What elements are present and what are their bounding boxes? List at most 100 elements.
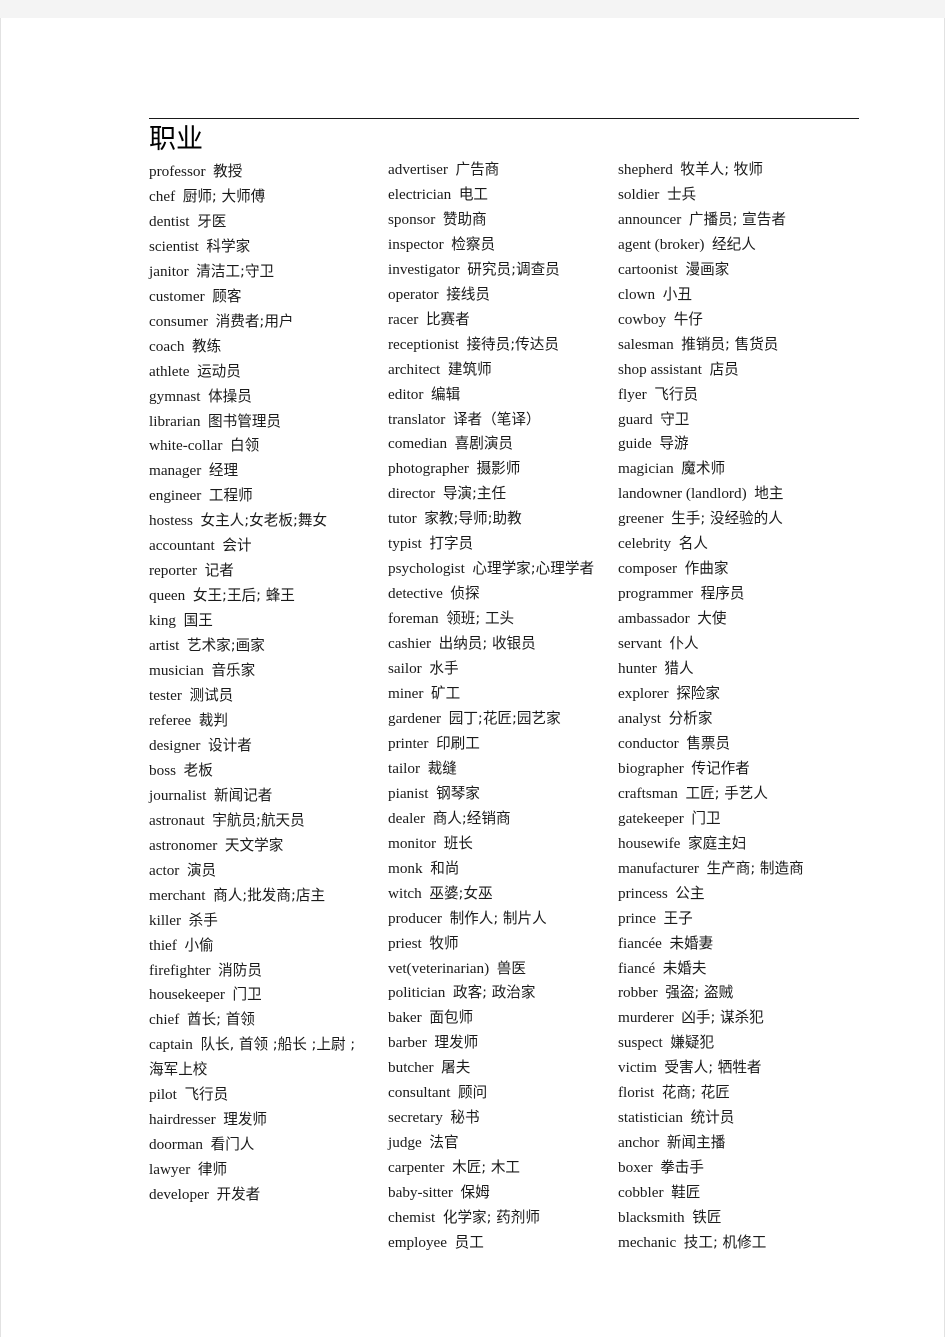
- entry-translation: 导演;主任: [442, 485, 507, 503]
- entry-term: shepherd: [618, 161, 673, 178]
- entry-translation: 国王: [183, 612, 213, 630]
- entry-term: electrician: [388, 185, 452, 203]
- vocabulary-entry: journalist 新闻记者: [149, 784, 388, 809]
- entry-term: miner: [388, 685, 424, 703]
- entry-term: tailor: [388, 759, 421, 777]
- entry-term: musician: [149, 662, 204, 680]
- entry-translation: 海军上校: [149, 1061, 208, 1079]
- entry-term: tester: [149, 687, 182, 705]
- entry-translation: 建筑师: [447, 360, 492, 378]
- entry-term: editor: [388, 385, 424, 403]
- entry-translation: 漫画家: [685, 260, 730, 278]
- entry-translation: 保姆: [460, 1184, 490, 1202]
- entry-term: programmer: [618, 585, 694, 603]
- vocabulary-entry: king 国王: [149, 609, 388, 634]
- vocabulary-columns: 职业 professor 教授 chef 厨师; 大师傅 dentist 牙医 sci…: [149, 122, 919, 1256]
- entry-term: translator: [388, 410, 446, 428]
- entry-translation: 守卫: [660, 410, 690, 428]
- entry-term: reporter: [149, 562, 198, 580]
- entry-translation: 未婚妻: [669, 934, 714, 952]
- entry-translation: 家庭主妇: [688, 834, 747, 852]
- vocabulary-entry: professor 教授: [149, 160, 388, 185]
- entry-translation: 制作人; 制片人: [449, 909, 547, 927]
- vocabulary-entry: guard 守卫: [618, 408, 918, 433]
- vocabulary-entry: musician 音乐家: [149, 659, 388, 684]
- entry-term: gymnast: [149, 387, 201, 405]
- entry-term: robber: [618, 984, 658, 1002]
- entry-translation: 编辑: [431, 385, 461, 403]
- column-3-title-spacer: [618, 122, 918, 158]
- vocabulary-column-3: shepherd 牧羊人; 牧师 soldier 士兵 announcer 广播员;…: [618, 122, 918, 1256]
- entry-translation: 面包师: [429, 1009, 474, 1027]
- entry-term: artist: [149, 637, 180, 655]
- vocabulary-entry: ambassador 大使: [618, 607, 918, 632]
- entry-translation: 经纪人: [712, 235, 756, 253]
- vocabulary-entry: florist 花商; 花匠: [618, 1081, 918, 1106]
- entry-translation: 女主人;女老板;舞女: [200, 512, 328, 530]
- vocabulary-entry: judge 法官: [388, 1131, 618, 1156]
- entry-term: monk: [388, 859, 423, 877]
- entry-translation: 员工: [454, 1233, 484, 1251]
- entry-translation: 探险家: [676, 685, 720, 703]
- entry-term: killer: [149, 911, 182, 929]
- entry-list-1: professor 教授 chef 厨师; 大师傅 dentist 牙医 scient…: [149, 160, 388, 1208]
- entry-term: housekeeper: [149, 986, 225, 1004]
- entry-translation: 牧师: [429, 934, 459, 952]
- entry-translation: 生产商; 制造商: [706, 859, 804, 877]
- entry-translation: 店员: [709, 360, 739, 378]
- entry-translation: 广播员; 宣告者: [688, 210, 786, 228]
- entry-term: servant: [618, 635, 662, 653]
- entry-term: cashier: [388, 635, 432, 653]
- entry-translation: 铁匠: [692, 1209, 722, 1227]
- entry-translation: 打字员: [429, 535, 474, 553]
- entry-translation: 教授: [213, 163, 243, 180]
- entry-translation: 比赛者: [425, 310, 470, 328]
- vocabulary-entry: librarian 图书管理员: [149, 410, 388, 435]
- entry-term: architect: [388, 360, 441, 378]
- vocabulary-entry: magician 魔术师: [618, 457, 918, 482]
- entry-translation: 喜剧演员: [454, 435, 514, 453]
- vocabulary-entry: investigator 研究员;调查员: [388, 258, 618, 283]
- entry-term: captain: [149, 1036, 193, 1054]
- entry-translation: 杀手: [188, 911, 218, 929]
- vocabulary-entry: robber 强盗; 盗贼: [618, 981, 918, 1006]
- entry-translation: 工程师: [208, 487, 253, 505]
- vocabulary-entry: salesman 推销员; 售货员: [618, 333, 918, 358]
- vocabulary-entry: blacksmith 铁匠: [618, 1206, 918, 1231]
- entry-translation: 裁判: [198, 711, 228, 729]
- vocabulary-entry: carpenter 木匠; 木工: [388, 1156, 618, 1181]
- entry-term: victim: [618, 1059, 657, 1077]
- entry-translation: 心理学家;心理学者: [472, 560, 595, 578]
- entry-term: boxer: [618, 1159, 653, 1177]
- entry-term: janitor: [149, 262, 189, 280]
- entry-translation: 新闻主播: [666, 1134, 726, 1152]
- entry-term: advertiser: [388, 161, 448, 178]
- entry-term: scientist: [149, 237, 199, 255]
- vocabulary-entry: tester 测试员: [149, 684, 388, 709]
- entry-translation: 班长: [443, 834, 473, 852]
- vocabulary-entry: analyst 分析家: [618, 707, 918, 732]
- vocabulary-entry: employee 员工: [388, 1231, 618, 1256]
- entry-translation: 和尚: [430, 859, 460, 877]
- entry-translation: 体操员: [208, 387, 252, 405]
- entry-term: coach: [149, 337, 185, 355]
- document-page: 职业 professor 教授 chef 厨师; 大师傅 dentist 牙医 sci…: [0, 18, 945, 1337]
- entry-term: gatekeeper: [618, 809, 684, 827]
- entry-term: clown: [618, 285, 656, 303]
- entry-translation: 厨师; 大师傅: [182, 187, 266, 205]
- entry-translation: 赞助商: [442, 210, 487, 228]
- entry-term: white-collar: [149, 437, 223, 455]
- entry-term: butcher: [388, 1059, 434, 1077]
- entry-translation: 法官: [429, 1134, 459, 1152]
- entry-translation: 受害人; 牺牲者: [664, 1059, 762, 1077]
- vocabulary-entry: cowboy 牛仔: [618, 308, 918, 333]
- entry-translation: 小丑: [662, 285, 692, 303]
- entry-term: shop assistant: [618, 360, 702, 378]
- entry-term: soldier: [618, 185, 660, 203]
- entry-translation: 传记作者: [691, 759, 750, 777]
- entry-term: designer: [149, 736, 201, 754]
- vocabulary-entry: merchant 商人;批发商;店主: [149, 884, 388, 909]
- vocabulary-entry: hairdresser 理发师: [149, 1108, 388, 1133]
- entry-term: flyer: [618, 385, 647, 403]
- entry-translation: 公主: [675, 884, 705, 902]
